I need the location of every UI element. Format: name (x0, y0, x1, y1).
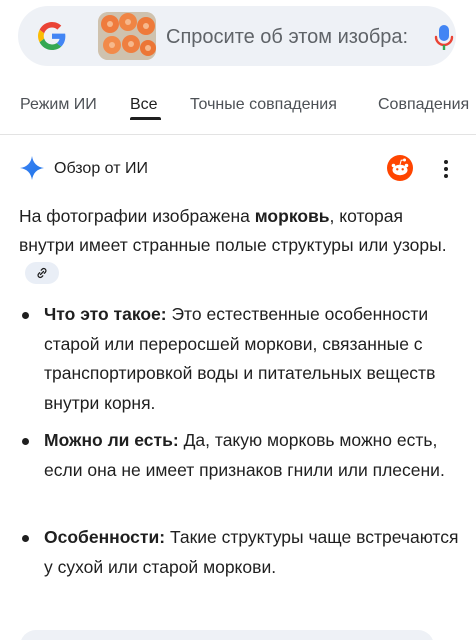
query-image-thumbnail[interactable] (98, 12, 156, 60)
link-icon (37, 268, 47, 279)
microphone-icon[interactable] (432, 24, 456, 52)
search-tabs: Режим ИИ Все Точные совпадения Совпадени… (0, 86, 476, 136)
search-input[interactable]: Спросите об этом изобра: (166, 24, 408, 50)
bullet-dot (22, 312, 29, 319)
tab-matches[interactable]: Совпадения (378, 95, 469, 115)
source-link-chip[interactable] (25, 262, 59, 285)
tab-all[interactable]: Все (130, 95, 158, 115)
intro-bold-term: морковь (254, 206, 330, 226)
follow-up-card[interactable] (20, 630, 434, 640)
ai-overview-header: Обзор от ИИ (0, 150, 476, 186)
ai-sparkle-icon (20, 156, 44, 180)
bullet-term: Можно ли есть: (44, 430, 179, 450)
ai-overview-intro: На фотографии изображена морковь, котора… (19, 202, 459, 289)
search-bar[interactable]: Спросите об этом изобра: (18, 6, 456, 66)
google-logo-icon[interactable] (38, 22, 66, 50)
tab-exact-matches[interactable]: Точные совпадения (190, 95, 337, 115)
tab-ai-mode[interactable]: Режим ИИ (20, 95, 97, 115)
active-tab-indicator (130, 117, 161, 120)
bullet-dot (22, 535, 29, 542)
divider (0, 134, 476, 135)
carrot-slices-image (98, 12, 156, 60)
more-options-icon[interactable] (436, 158, 456, 180)
bullet-text: Что это такое: Это естественные особенно… (44, 300, 460, 418)
bullet-text: Особенности: Такие структуры чаще встреч… (44, 523, 460, 582)
reddit-icon[interactable] (387, 155, 413, 181)
ai-overview-title: Обзор от ИИ (54, 160, 148, 177)
bullet-term: Что это такое: (44, 304, 167, 324)
bullet-dot (22, 438, 29, 445)
bullet-text: Можно ли есть: Да, такую морковь можно е… (44, 426, 460, 485)
intro-text: На фотографии изображена (19, 206, 255, 226)
bullet-term: Особенности: (44, 527, 166, 547)
